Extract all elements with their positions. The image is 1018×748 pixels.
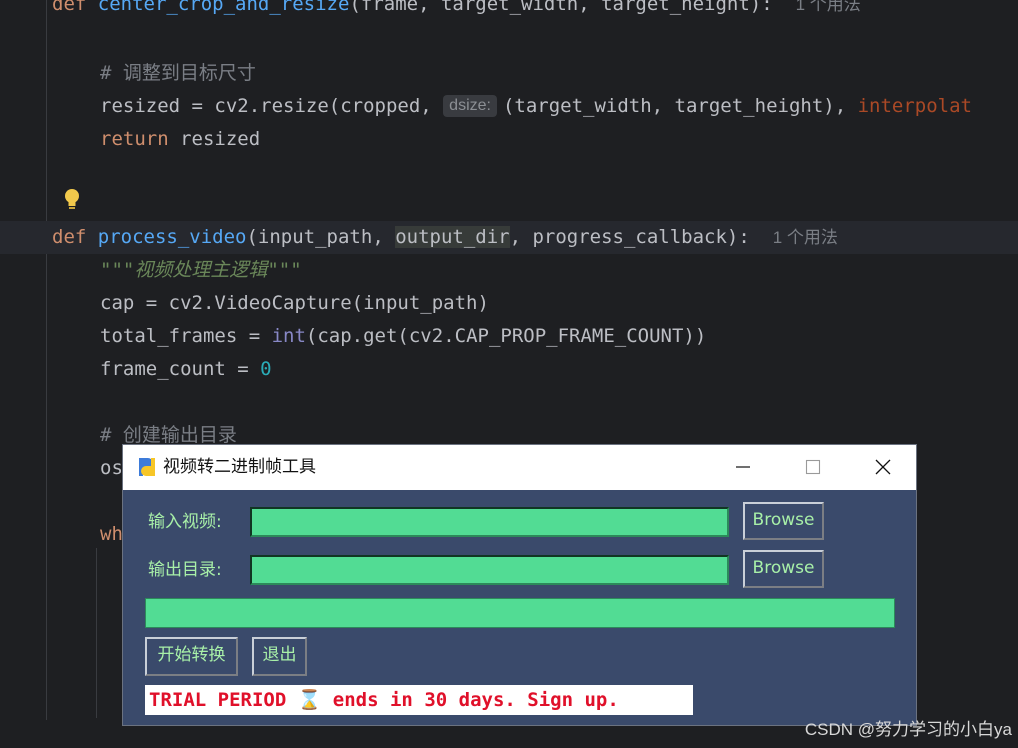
output-dir-label: 输出目录: [148,560,222,580]
docstring: """视频处理主逻辑""" [100,259,302,281]
code-text: cap = cv2.VideoCapture(input_path) [100,292,489,314]
code-line[interactable]: # 调整到目标尺寸 [0,57,1018,90]
lightbulb-icon[interactable] [62,187,82,211]
function-name: process_video [97,226,247,248]
code-text: resized [168,128,261,150]
code-text: (input_path, [246,226,396,248]
code-text: (frame, target_width, target_height): [349,0,773,15]
keyword: def [52,226,98,248]
code-text: , progress_callback): [509,226,750,248]
code-line[interactable]: return resized [0,123,1018,156]
code-text: resized = cv2.resize(cropped, [100,95,444,117]
usage-hint[interactable]: 1 个用法 [796,0,861,14]
code-line[interactable]: total_frames = int(cap.get(cv2.CAP_PROP_… [0,320,1018,353]
function-name: center_crop_and_resize [97,0,350,15]
python-icon [135,455,159,479]
title-bar[interactable]: 视频转二进制帧工具 [123,445,916,490]
exit-button[interactable]: 退出 [252,637,307,676]
code-text: total_frames = [100,325,272,347]
watermark: CSDN @努力学习的小白ya [804,720,1012,739]
output-dir-field[interactable] [250,555,729,585]
comment: # 调整到目标尺寸 [100,62,256,84]
keyword: wh [100,523,123,545]
parameter-hint: dsize: [443,95,497,117]
close-button[interactable] [860,445,906,490]
code-line[interactable]: def center_crop_and_resize(frame, target… [0,0,1018,21]
indent-guide [96,548,97,718]
maximize-button[interactable] [790,445,836,490]
keyword: return [100,128,169,150]
code-line-current[interactable]: def process_video(input_path, output_dir… [0,221,1018,254]
code-line[interactable]: cap = cv2.VideoCapture(input_path) [0,287,1018,320]
highlighted-identifier: output_dir [395,226,510,248]
code-line[interactable]: frame_count = 0 [0,353,1018,386]
builtin: int [271,325,306,347]
start-convert-button[interactable]: 开始转换 [145,637,238,676]
browse-input-button[interactable]: Browse [743,502,824,540]
code-text: frame_count = [100,358,261,380]
input-video-label: 输入视频: [148,512,222,532]
input-video-field[interactable] [250,507,729,537]
tk-app-window[interactable]: 视频转二进制帧工具 输入视频: Browse 输出目录: Browse 开始转换… [122,444,917,726]
code-text: (cap.get(cv2.CAP_PROP_FRAME_COUNT)) [305,325,707,347]
browse-output-button[interactable]: Browse [743,550,824,588]
minimize-button[interactable] [720,445,766,490]
trial-banner[interactable]: TRIAL PERIOD ⌛ ends in 30 days. Sign up. [145,685,693,715]
keyword: def [52,0,98,15]
keyword-argument: interpolat [857,95,972,117]
number: 0 [260,358,272,380]
code-text: (target_width, target_height), [502,95,858,117]
code-line[interactable]: resized = cv2.resize(cropped, dsize: (tar… [0,90,1018,123]
code-text: os [100,457,123,479]
progress-bar [145,598,895,628]
usage-hint[interactable]: 1 个用法 [773,228,838,247]
code-line[interactable]: """视频处理主逻辑""" [0,254,1018,287]
window-title: 视频转二进制帧工具 [163,457,316,477]
